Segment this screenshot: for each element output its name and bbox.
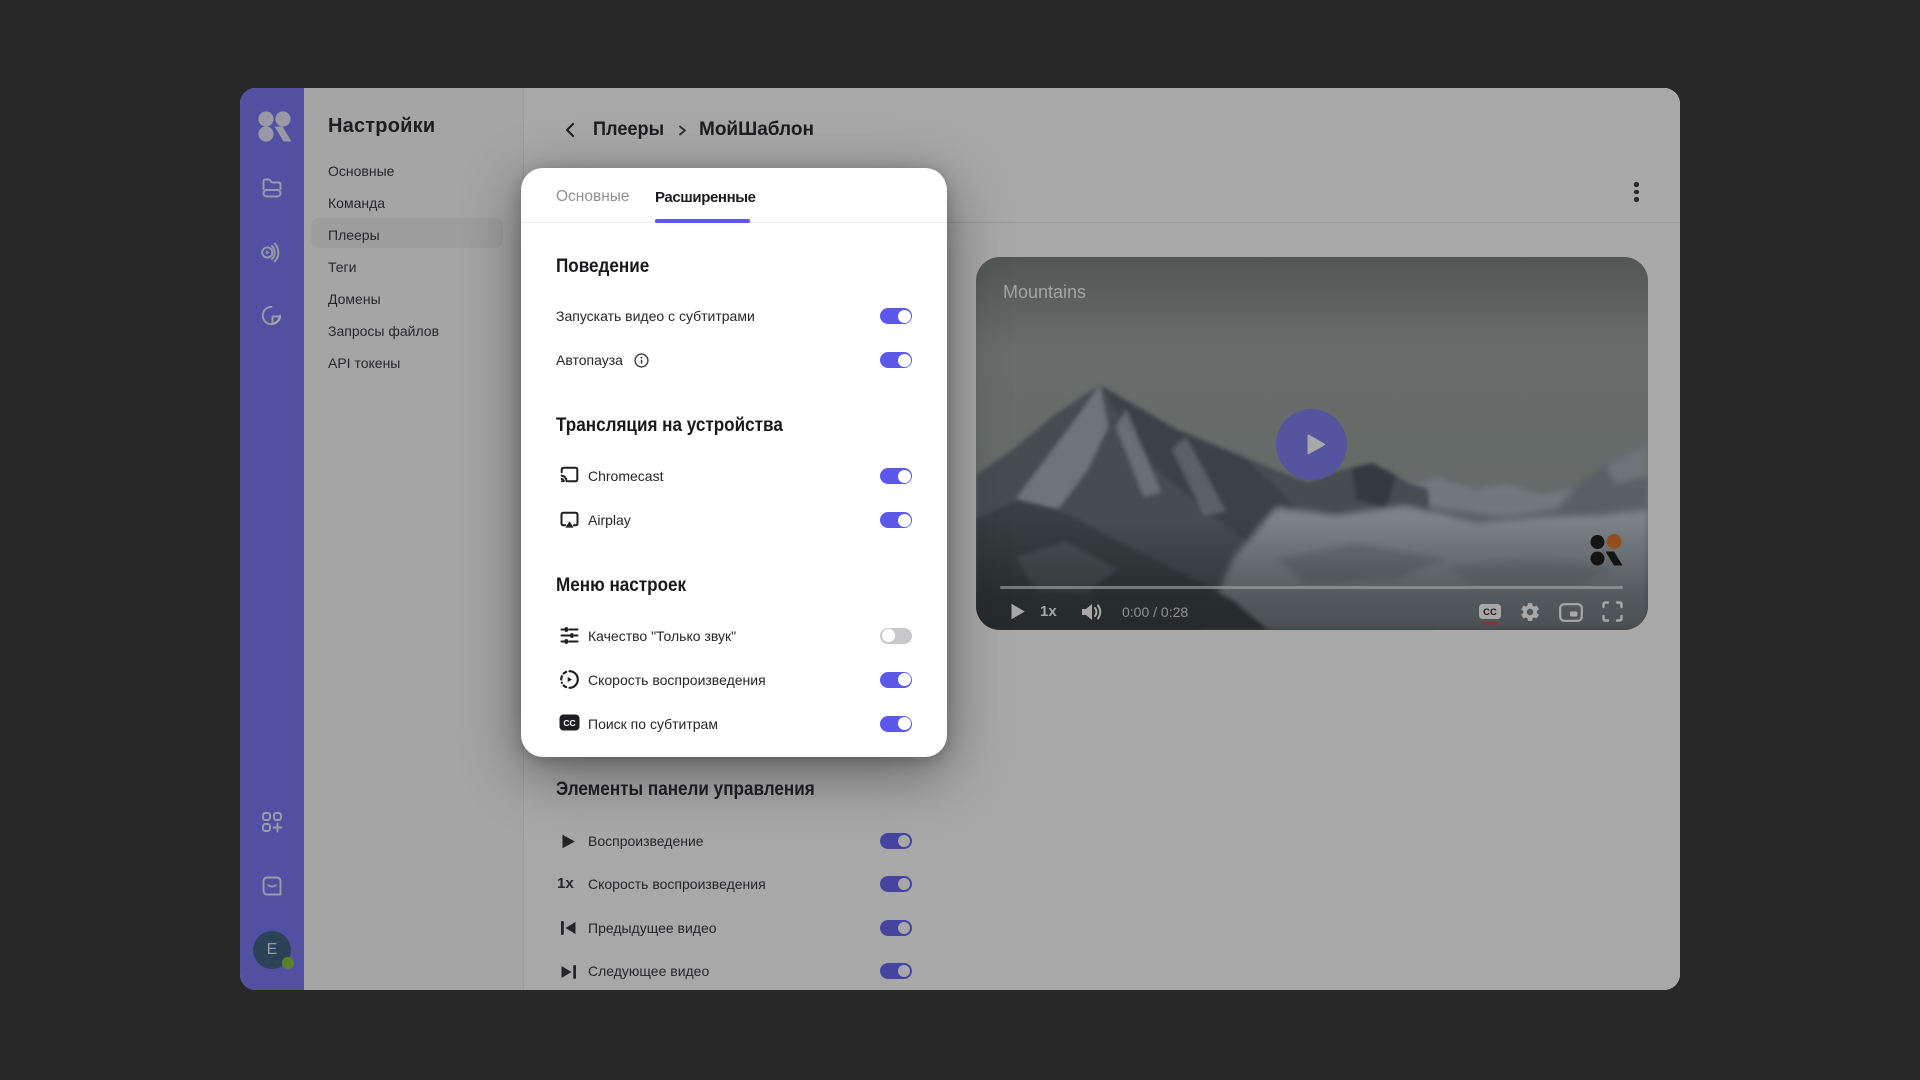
svg-text:CC: CC (563, 718, 575, 728)
